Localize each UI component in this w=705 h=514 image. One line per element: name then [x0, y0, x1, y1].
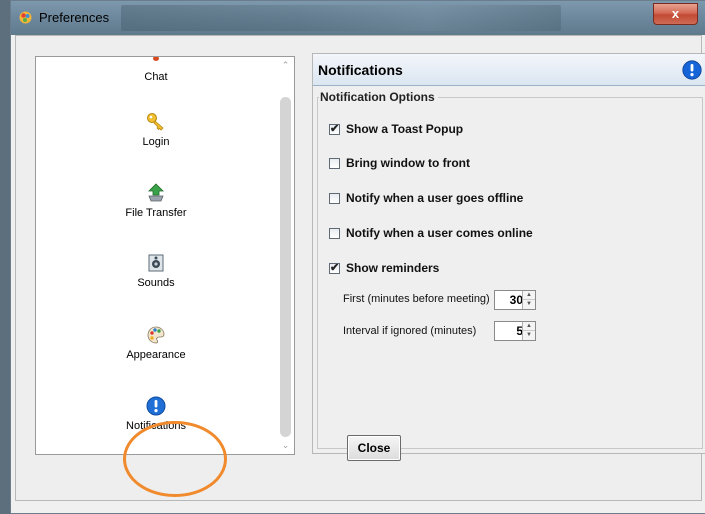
title-bar-background: [121, 5, 561, 31]
key-icon: [147, 113, 164, 131]
stepper-down-icon[interactable]: ▼: [523, 331, 535, 340]
stepper-buttons[interactable]: ▲ ▼: [522, 322, 535, 340]
option-label: Bring window to front: [346, 156, 470, 170]
nav-item-sounds[interactable]: Sounds: [36, 253, 276, 289]
first-reminder-stepper[interactable]: 30 ▲ ▼: [494, 290, 536, 310]
panel-header: Notifications: [313, 54, 705, 86]
palette-icon: [147, 326, 165, 344]
preferences-category-list[interactable]: Chat Login File Transfer Sounds Appearan…: [35, 56, 295, 455]
window-close-button[interactable]: x: [653, 3, 698, 25]
nav-item-login[interactable]: Login: [36, 112, 276, 148]
nav-item-file-transfer[interactable]: File Transfer: [36, 183, 276, 219]
nav-item-label: Appearance: [126, 349, 186, 361]
info-icon: [146, 396, 166, 416]
nav-item-label: Login: [142, 136, 170, 148]
info-icon: [682, 60, 702, 80]
sounds-icon: [148, 254, 164, 272]
chat-icon: [153, 57, 159, 61]
nav-item-chat[interactable]: Chat: [36, 57, 276, 83]
checkbox-show-reminders[interactable]: [329, 261, 340, 274]
checkbox-bring-window-to-front[interactable]: [329, 157, 340, 169]
option-label: Show reminders: [346, 261, 440, 275]
interval-stepper[interactable]: 5 ▲ ▼: [494, 321, 536, 341]
window-title: Preferences: [39, 10, 110, 25]
stepper-up-icon[interactable]: ▲: [523, 322, 535, 331]
nav-item-label: Sounds: [137, 277, 175, 289]
option-notify-user-online[interactable]: Notify when a user comes online: [329, 226, 533, 240]
notifications-panel: Notifications Notification Options Show …: [312, 53, 705, 454]
app-icon: [19, 11, 32, 24]
option-label: Notify when a user comes online: [346, 226, 533, 240]
option-label: Show a Toast Popup: [346, 122, 464, 136]
option-bring-window-to-front[interactable]: Bring window to front: [329, 156, 470, 170]
panel-title: Notifications: [318, 62, 403, 78]
selection-highlight-ring: [123, 421, 227, 497]
checkbox-notify-user-offline[interactable]: [329, 192, 340, 204]
checkbox-show-toast-popup[interactable]: [329, 122, 340, 135]
checkbox-notify-user-online[interactable]: [329, 227, 340, 239]
file-transfer-icon: [148, 183, 164, 202]
scroll-down-icon[interactable]: ⌄: [281, 441, 290, 450]
scrollbar-thumb[interactable]: [280, 97, 291, 437]
title-bar[interactable]: Preferences x: [11, 1, 705, 35]
nav-item-appearance[interactable]: Appearance: [36, 325, 276, 361]
option-show-toast-popup[interactable]: Show a Toast Popup: [329, 122, 463, 136]
group-title: Notification Options: [319, 90, 438, 104]
option-label: Notify when a user goes offline: [346, 191, 524, 205]
option-notify-user-offline[interactable]: Notify when a user goes offline: [329, 191, 523, 205]
first-reminder-value[interactable]: 30: [495, 293, 523, 307]
notification-options-group: Notification Options Show a Toast Popup …: [317, 90, 703, 449]
interval-value[interactable]: 5: [495, 324, 523, 338]
option-show-reminders[interactable]: Show reminders: [329, 261, 439, 275]
first-reminder-label: First (minutes before meeting): [343, 293, 490, 305]
interval-label: Interval if ignored (minutes): [343, 325, 477, 337]
scroll-up-icon[interactable]: ⌃: [281, 61, 290, 70]
stepper-up-icon[interactable]: ▲: [523, 291, 535, 300]
nav-item-label: Chat: [144, 71, 168, 83]
stepper-down-icon[interactable]: ▼: [523, 300, 535, 309]
preferences-window: Preferences x Chat Login File Transfer S…: [10, 0, 705, 514]
stepper-buttons[interactable]: ▲ ▼: [522, 291, 535, 309]
close-button[interactable]: Close: [347, 435, 401, 461]
nav-item-label: File Transfer: [125, 207, 187, 219]
